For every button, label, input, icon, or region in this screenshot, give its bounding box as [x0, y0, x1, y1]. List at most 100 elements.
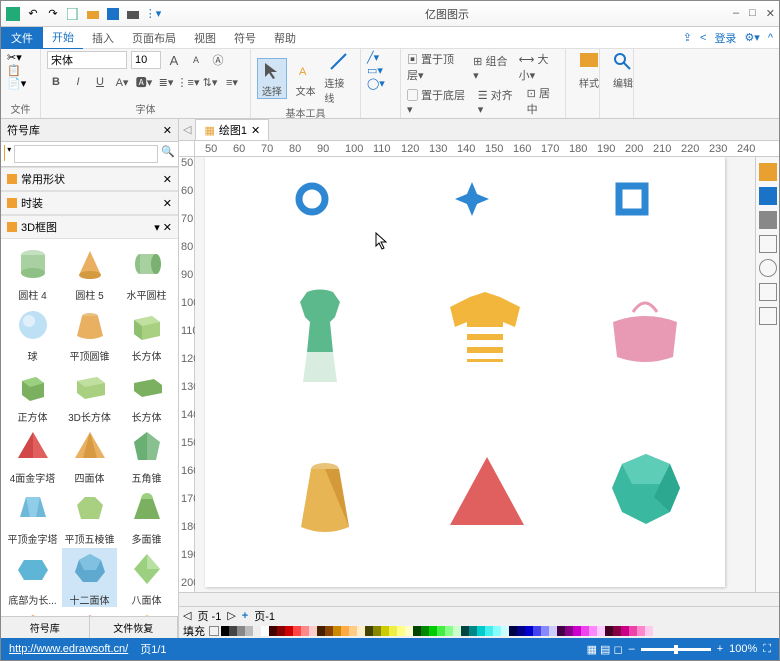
color-swatch[interactable]	[469, 626, 477, 636]
color-swatch[interactable]	[445, 626, 453, 636]
login-link[interactable]: 登录	[714, 30, 736, 46]
menu-insert[interactable]: 插入	[83, 27, 123, 49]
color-swatch[interactable]	[293, 626, 301, 636]
zoom-out-icon[interactable]: –	[629, 643, 635, 655]
shape-cell[interactable]: 平顶五棱锥	[62, 487, 117, 546]
color-swatch[interactable]	[221, 626, 229, 636]
paste-icon[interactable]: 📄▾	[7, 77, 26, 90]
color-swatch[interactable]	[373, 626, 381, 636]
font-size-select[interactable]	[131, 51, 161, 69]
color-swatch[interactable]	[517, 626, 525, 636]
color-swatch[interactable]	[605, 626, 613, 636]
color-swatch[interactable]	[453, 626, 461, 636]
color-swatch[interactable]	[645, 626, 653, 636]
category-3d[interactable]: 3D框图▾ ✕	[1, 215, 178, 239]
shape-tshirt[interactable]	[445, 292, 525, 372]
shape-cell[interactable]: 圆柱 4	[5, 243, 60, 302]
color-swatch[interactable]	[333, 626, 341, 636]
minimize-button[interactable]: –	[733, 7, 739, 20]
color-swatch[interactable]	[437, 626, 445, 636]
shape-dodecahedron[interactable]	[610, 452, 682, 527]
color-swatch[interactable]	[325, 626, 333, 636]
color-swatch[interactable]	[589, 626, 597, 636]
horizontal-scrollbar[interactable]	[179, 592, 779, 606]
bullets-icon[interactable]: ≣▾	[157, 73, 175, 91]
doc-tab-close-icon[interactable]: ✕	[251, 124, 260, 137]
color-swatch[interactable]	[621, 626, 629, 636]
color-swatch[interactable]	[477, 626, 485, 636]
rt-help-icon[interactable]	[759, 307, 777, 325]
color-swatch[interactable]	[557, 626, 565, 636]
view-mode-icons[interactable]: ▦ ▤ ◻	[587, 643, 623, 656]
font-family-select[interactable]	[47, 51, 127, 69]
line-tool-icon[interactable]: ╱▾	[367, 51, 379, 64]
color-swatch[interactable]	[461, 626, 469, 636]
spacing-icon[interactable]: ⇅▾	[201, 73, 219, 91]
center-button[interactable]: ⊡ 居中	[527, 85, 559, 117]
qat-more-icon[interactable]: ⋮▾	[145, 6, 161, 22]
align-text-icon[interactable]: ≡▾	[223, 73, 241, 91]
shape-handbag[interactable]	[605, 292, 685, 367]
shape-cell[interactable]: 多面体	[62, 609, 117, 616]
share-icon[interactable]: <	[700, 32, 706, 44]
print-icon[interactable]	[125, 6, 141, 22]
color-swatch[interactable]	[533, 626, 541, 636]
shape-square-hollow[interactable]	[615, 182, 649, 216]
color-swatch[interactable]	[573, 626, 581, 636]
menu-file[interactable]: 文件	[1, 27, 43, 49]
text-tool[interactable]: A文本	[291, 59, 321, 98]
color-swatch[interactable]	[349, 626, 357, 636]
rect-tool-icon[interactable]: ▭▾	[367, 64, 383, 77]
shape-cell[interactable]: 圆柱 5	[62, 243, 117, 302]
collapse-ribbon-icon[interactable]: ^	[768, 32, 773, 44]
color-swatch[interactable]	[269, 626, 277, 636]
color-swatch[interactable]	[389, 626, 397, 636]
color-swatch[interactable]	[285, 626, 293, 636]
color-swatch[interactable]	[405, 626, 413, 636]
rt-theme-icon[interactable]	[759, 163, 777, 181]
select-tool[interactable]: 选择	[257, 58, 287, 99]
shape-cell[interactable]: 3D长方体	[62, 365, 117, 424]
color-swatch[interactable]	[253, 626, 261, 636]
maximize-button[interactable]: □	[749, 7, 756, 20]
rt-cloud-icon[interactable]	[759, 259, 777, 277]
clear-format-icon[interactable]: Ⓐ	[209, 51, 227, 69]
ellipse-tool-icon[interactable]: ◯▾	[367, 77, 385, 90]
color-swatch[interactable]	[565, 626, 573, 636]
page-nav-right-icon[interactable]: ▷	[227, 609, 235, 622]
tab-library[interactable]: 符号库	[1, 617, 90, 638]
tabs-left-icon[interactable]: ◁	[183, 123, 191, 136]
zoom-in-icon[interactable]: +	[717, 643, 723, 655]
undo-icon[interactable]: ↶	[25, 6, 41, 22]
shape-cell[interactable]: 长方体	[119, 365, 174, 424]
zoom-slider[interactable]	[641, 648, 711, 651]
color-swatch[interactable]	[397, 626, 405, 636]
zoom-value[interactable]: 100%	[729, 643, 757, 655]
underline-button[interactable]: U	[91, 73, 109, 91]
numbering-icon[interactable]: ⋮≡▾	[179, 73, 197, 91]
color-swatch[interactable]	[493, 626, 501, 636]
color-swatch[interactable]	[229, 626, 237, 636]
page-nav-left-icon[interactable]: ◁	[183, 609, 191, 622]
color-swatch[interactable]	[421, 626, 429, 636]
menu-help[interactable]: 帮助	[265, 27, 305, 49]
bold-button[interactable]: B	[47, 73, 65, 91]
shape-cell[interactable]: 球	[5, 304, 60, 363]
color-swatch[interactable]	[525, 626, 533, 636]
category-common[interactable]: 常用形状✕	[1, 167, 178, 191]
decrease-font-icon[interactable]: A	[187, 51, 205, 69]
shape-cell[interactable]: 水平圆柱	[119, 243, 174, 302]
open-icon[interactable]	[85, 6, 101, 22]
shape-cell[interactable]: 五角锥	[119, 426, 174, 485]
shape-dress[interactable]	[285, 287, 355, 387]
color-swatch[interactable]	[613, 626, 621, 636]
connector-tool[interactable]: 连接线	[324, 51, 354, 105]
page-tab-1[interactable]: 页 -1	[197, 608, 221, 624]
shape-cell[interactable]: 正方体	[5, 365, 60, 424]
shape-ring[interactable]	[295, 182, 329, 216]
group-button[interactable]: ⊞ 组合▾	[473, 53, 508, 82]
menu-symbol[interactable]: 符号	[225, 27, 265, 49]
color-swatch[interactable]	[317, 626, 325, 636]
color-swatch[interactable]	[245, 626, 253, 636]
menu-page-layout[interactable]: 页面布局	[123, 27, 185, 49]
